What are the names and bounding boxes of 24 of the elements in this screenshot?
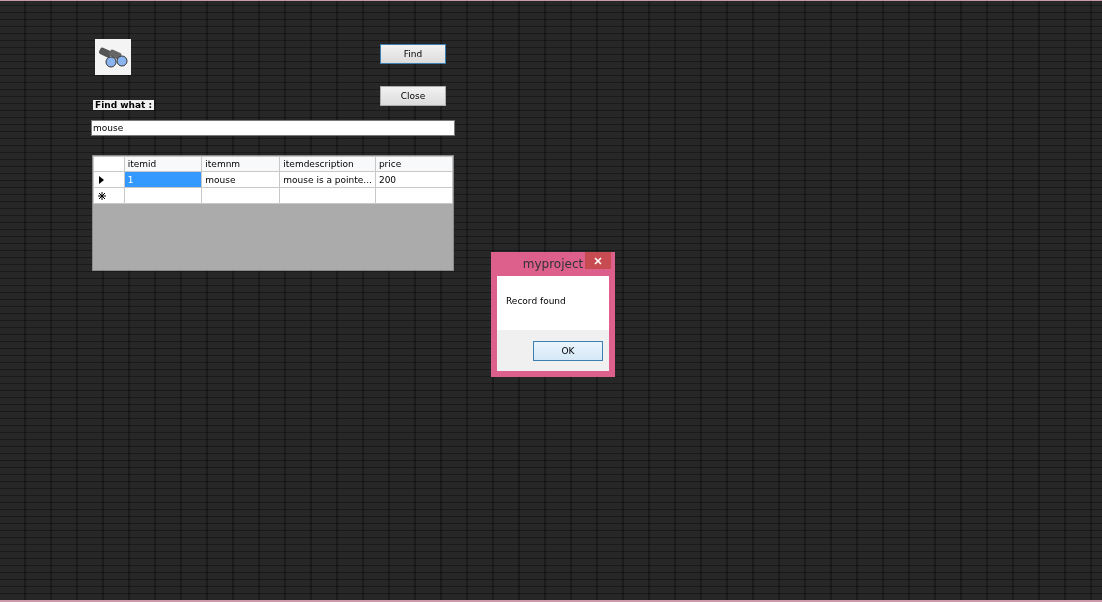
dialog-message: Record found — [505, 295, 567, 308]
new-row-icon — [98, 191, 106, 200]
corner-header — [93, 156, 125, 172]
column-header[interactable]: price — [375, 156, 453, 172]
find-what-label: Find what : — [93, 100, 155, 110]
search-field[interactable]: mouse — [91, 120, 455, 136]
binoculars-icon — [95, 39, 131, 75]
table-cell[interactable] — [201, 187, 280, 204]
table-cell[interactable] — [124, 187, 202, 204]
table-cell[interactable]: 200 — [375, 171, 453, 188]
column-header[interactable]: itemdescription — [279, 156, 376, 172]
current-row-icon — [99, 175, 104, 184]
table-cell[interactable] — [279, 187, 376, 204]
column-header[interactable]: itemid — [124, 156, 202, 172]
table-cell[interactable] — [375, 187, 453, 204]
table-cell[interactable]: mouse — [201, 171, 280, 188]
table-cell[interactable]: mouse is a pointe... — [279, 171, 376, 188]
close-button[interactable] — [585, 252, 611, 269]
ok-button[interactable]: OK — [533, 340, 603, 361]
dialog-title: myproject — [521, 257, 585, 271]
close-button[interactable]: Close — [380, 86, 446, 106]
column-header[interactable]: itemnm — [201, 156, 280, 172]
close-icon — [594, 256, 602, 265]
find-button[interactable]: Find — [380, 44, 446, 64]
